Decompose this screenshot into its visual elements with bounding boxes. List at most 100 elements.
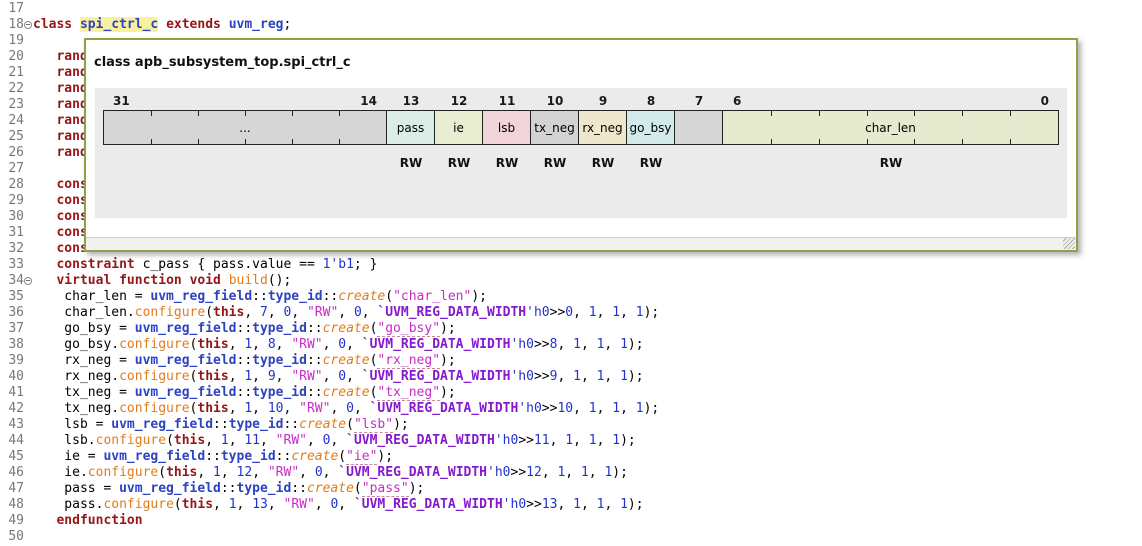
bit-tick xyxy=(1010,139,1012,144)
code-token-macro: `UVM_REG_DATA_WIDTH xyxy=(338,465,488,480)
code-token-num: 1 xyxy=(565,433,574,448)
resize-grip-icon[interactable] xyxy=(1063,238,1075,249)
code-token-plain: , xyxy=(260,433,276,448)
code-token-num: 1 xyxy=(588,433,597,448)
code-token-plain: , xyxy=(228,433,245,448)
code-token-num: 1'b1 xyxy=(322,257,354,272)
bit-number-msb: 31 xyxy=(113,94,130,108)
code-token-create: create xyxy=(291,449,339,464)
code-line[interactable]: 42 tx_neg.configure(this, 1, 10, "RW", 0… xyxy=(0,401,1142,417)
fold-column-empty xyxy=(24,401,33,417)
field-cell: go_bsy xyxy=(626,110,675,145)
register-field-tx_neg: 10 tx_neg RW xyxy=(530,94,579,171)
fold-collapse-icon[interactable] xyxy=(24,21,32,29)
bit-tick xyxy=(962,111,964,116)
fold-column-empty xyxy=(24,513,33,529)
code-token-macro: `UVM_REG_DATA_WIDTH xyxy=(369,401,519,416)
fold-column xyxy=(24,17,33,33)
register-tooltip-popup[interactable]: class apb_subsystem_top.spi_ctrl_c 31 14.… xyxy=(84,38,1078,252)
code-line[interactable]: 39 rx_neg = uvm_reg_field::type_id::crea… xyxy=(0,353,1142,369)
code-line[interactable]: 48 pass.configure(this, 1, 13, "RW", 0, … xyxy=(0,497,1142,513)
code-line[interactable]: 34 virtual function void build(); xyxy=(0,273,1142,289)
code-line[interactable]: 40 rx_neg.configure(this, 1, 9, "RW", 0,… xyxy=(0,369,1142,385)
code-token-plain: :: xyxy=(236,385,253,400)
code-token-plain: lsb. xyxy=(33,433,96,448)
code-token-kw: function xyxy=(119,273,182,288)
code-token-plain: , xyxy=(557,369,574,384)
code-token-plain: ( xyxy=(346,417,354,432)
bit-tick xyxy=(770,111,772,116)
code-token-plain: , xyxy=(275,369,292,384)
field-label: lsb xyxy=(497,120,516,135)
line-number: 24 xyxy=(8,113,24,128)
code-token-plain: , xyxy=(314,497,331,512)
code-token-plain: ie. xyxy=(33,465,88,480)
code-token-plain: pass = xyxy=(33,481,120,496)
code-line[interactable]: 50 xyxy=(0,529,1142,545)
code-line[interactable]: 44 lsb.configure(this, 1, 11, "RW", 0, `… xyxy=(0,433,1142,449)
code-line[interactable]: 41 tx_neg = uvm_reg_field::type_id::crea… xyxy=(0,385,1142,401)
code-line[interactable]: 43 lsb = uvm_reg_field::type_id::create(… xyxy=(0,417,1142,433)
bit-tick xyxy=(198,111,199,116)
code-token-plain: , xyxy=(588,465,605,480)
code-token-type: uvm_reg_field xyxy=(134,321,237,336)
code-line[interactable]: 49 endfunction xyxy=(0,513,1142,529)
code-line[interactable]: 45 ie = uvm_reg_field::type_id::create("… xyxy=(0,449,1142,465)
code-token-plain: , xyxy=(322,465,339,480)
code-text: lsb.configure(this, 1, 11, "RW", 0, `UVM… xyxy=(33,433,1142,449)
bit-number-lsb: 0 xyxy=(1040,94,1049,108)
code-text: endfunction xyxy=(33,513,1142,529)
line-number: 36 xyxy=(8,305,24,320)
fold-collapse-icon[interactable] xyxy=(24,277,32,285)
field-cell: ... xyxy=(103,110,387,145)
code-token-plain: ); xyxy=(471,289,487,304)
code-token-num: 1 xyxy=(635,305,644,320)
code-line[interactable]: 46 ie.configure(this, 1, 12, "RW", 0, `U… xyxy=(0,465,1142,481)
code-token-plain: , xyxy=(580,369,597,384)
code-line[interactable]: 38 go_bsy.configure(this, 1, 8, "RW", 0,… xyxy=(0,337,1142,353)
register-field-pass: 13 pass RW xyxy=(386,94,435,171)
code-line[interactable]: 18 class spi_ctrl_c extends uvm_reg; xyxy=(0,17,1142,33)
code-line[interactable]: 37 go_bsy = uvm_reg_field::type_id::crea… xyxy=(0,321,1142,337)
code-token-num: 'h0 xyxy=(494,433,519,448)
fold-column-empty xyxy=(24,289,33,305)
code-token-plain: :: xyxy=(236,321,253,336)
code-token-num: 0 xyxy=(346,401,354,416)
code-token-num: 12 xyxy=(526,465,542,480)
fold-column-empty xyxy=(24,49,33,65)
popup-class-title: class apb_subsystem_top.spi_ctrl_c xyxy=(94,55,351,70)
code-token-plain: rx_neg. xyxy=(33,369,120,384)
code-token-plain: , xyxy=(244,305,260,320)
code-line[interactable]: 17 xyxy=(0,1,1142,17)
fold-column-empty xyxy=(24,177,33,193)
code-token-kw: constraint xyxy=(56,257,135,272)
code-token-num: 1 xyxy=(612,433,621,448)
code-text: go_bsy = uvm_reg_field::type_id::create(… xyxy=(33,321,1142,337)
code-line[interactable]: 35 char_len = uvm_reg_field::type_id::cr… xyxy=(0,289,1142,305)
line-number: 42 xyxy=(8,401,24,416)
register-field-char_len: 6 0 char_len RW xyxy=(722,94,1059,171)
field-cell: pass xyxy=(386,110,435,145)
code-token-plain: ); xyxy=(627,497,644,512)
code-token-plain: (); xyxy=(267,273,292,288)
field-cell xyxy=(674,110,723,145)
code-token-plain: ie = xyxy=(33,449,104,464)
code-token-str: "RW" xyxy=(306,305,339,320)
bit-tick xyxy=(866,111,868,116)
code-token-plain: , xyxy=(557,497,574,512)
bit-tick xyxy=(151,111,152,116)
code-line[interactable]: 47 pass = uvm_reg_field::type_id::create… xyxy=(0,481,1142,497)
code-line[interactable]: 36 char_len.configure(this, 7, 0, "RW", … xyxy=(0,305,1142,321)
code-token-plain: , xyxy=(573,305,589,320)
code-token-plain: , xyxy=(197,465,214,480)
code-token-type: type_id xyxy=(228,417,284,432)
code-token-plain: , xyxy=(291,305,307,320)
code-token-plain: , xyxy=(549,433,566,448)
field-cell: lsb xyxy=(482,110,531,145)
code-line[interactable]: 33 constraint c_pass { pass.value == 1'b… xyxy=(0,257,1142,273)
